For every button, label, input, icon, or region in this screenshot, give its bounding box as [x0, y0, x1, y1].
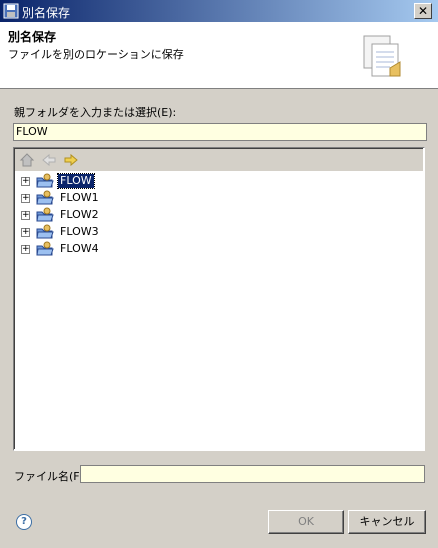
save-as-icon: [3, 3, 19, 19]
back-arrow-icon[interactable]: [41, 152, 57, 168]
tree-item-label: FLOW2: [60, 208, 99, 221]
expand-icon[interactable]: +: [21, 194, 30, 203]
folder-path-input[interactable]: [13, 123, 427, 141]
forward-arrow-icon[interactable]: [63, 152, 79, 168]
project-folder-icon: [36, 190, 54, 205]
close-button[interactable]: ✕: [414, 3, 432, 19]
tree-item-label: FLOW4: [60, 242, 99, 255]
help-icon[interactable]: ?: [16, 514, 32, 530]
expand-icon[interactable]: +: [21, 177, 30, 186]
dialog-subtitle: ファイルを別のロケーションに保存: [8, 48, 184, 61]
dialog-header: 別名保存 ファイルを別のロケーションに保存: [0, 22, 438, 89]
folder-tree[interactable]: + FLOW + FLOW1 + FLOW2 + FLOW3 + FLOW4: [13, 147, 425, 451]
cancel-button[interactable]: キャンセル: [348, 510, 426, 534]
expand-icon[interactable]: +: [21, 228, 30, 237]
home-icon[interactable]: [19, 152, 35, 168]
tree-toolbar: [15, 149, 423, 171]
ok-button[interactable]: OK: [268, 510, 344, 534]
tree-item-label: FLOW3: [60, 225, 99, 238]
project-folder-icon: [36, 173, 54, 188]
dialog-title: 別名保存: [8, 30, 57, 44]
window-title: 別名保存: [22, 6, 71, 20]
expand-icon[interactable]: +: [21, 211, 30, 220]
folder-label: 親フォルダを入力または選択(E):: [14, 106, 177, 119]
project-folder-icon: [36, 207, 54, 222]
filename-input[interactable]: [80, 465, 425, 483]
title-bar: 別名保存 ✕: [0, 0, 438, 22]
project-folder-icon: [36, 224, 54, 239]
project-folder-icon: [36, 241, 54, 256]
documents-icon: [363, 35, 401, 77]
filename-label: ファイル名(F):: [14, 470, 88, 483]
tree-item-label: FLOW: [57, 173, 95, 189]
expand-icon[interactable]: +: [21, 245, 30, 254]
tree-item-label: FLOW1: [60, 191, 99, 204]
